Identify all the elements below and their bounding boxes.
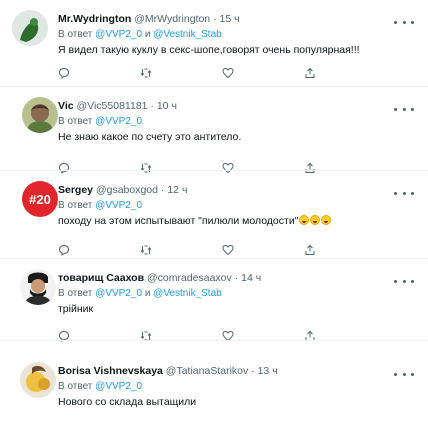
retweet-button[interactable]	[140, 244, 222, 256]
reply-button[interactable]	[58, 244, 140, 256]
mention[interactable]: @VVP2_0	[95, 381, 142, 392]
timestamp[interactable]: 10 ч	[157, 100, 177, 112]
display-name[interactable]: товарищ Саахов	[58, 272, 144, 284]
mention[interactable]: @Vestnik_Stab	[153, 288, 222, 299]
reply-button[interactable]	[58, 67, 140, 79]
separator: ·	[213, 13, 217, 25]
more-icon	[394, 20, 397, 24]
handle[interactable]: @TatianaStarikov	[166, 365, 248, 377]
like-button[interactable]	[222, 244, 304, 256]
laughing-emoji-icon	[321, 215, 332, 225]
tweet[interactable]: товарищ Саахов @comradesaaxov · 14 ч В о…	[0, 259, 428, 342]
avatar[interactable]	[22, 97, 58, 133]
tweet-text: Нового со склада вытащили	[58, 396, 197, 408]
tweet-header: Vic @Vic55081181 · 10 ч	[58, 100, 382, 113]
tweet[interactable]: Vic @Vic55081181 · 10 ч В ответ @VVP2_0 …	[0, 87, 428, 174]
separator: ·	[251, 365, 255, 377]
retweet-button[interactable]	[140, 67, 222, 79]
reply-prefix: В ответ	[58, 381, 93, 392]
reply-prefix: В ответ	[58, 116, 93, 127]
tweet-header: Sergey @gsaboxgod · 12 ч	[58, 184, 382, 197]
tweet-header: товарищ Саахов @comradesaaxov · 14 ч	[58, 272, 382, 285]
separator: ·	[150, 100, 154, 112]
heart-icon	[222, 67, 234, 79]
reply-icon	[58, 67, 70, 79]
handle[interactable]: @Vic55081181	[77, 100, 148, 112]
reply-context: В ответ @VVP2_0	[58, 380, 382, 393]
handle[interactable]: @MrWydrington	[134, 13, 210, 25]
tweet-text: трійник	[58, 303, 94, 315]
mention[interactable]: @VVP2_0	[95, 288, 142, 299]
reply-prefix: В ответ	[58, 200, 93, 211]
handle[interactable]: @comradesaaxov	[147, 272, 232, 284]
tweet-text: Не знаю какое по счету это антитело.	[58, 131, 242, 143]
heart-icon	[222, 244, 234, 256]
tweet-header: Mr.Wydrington @MrWydrington · 15 ч	[58, 13, 382, 26]
avatar[interactable]	[20, 269, 56, 305]
share-icon	[305, 244, 315, 255]
tweet[interactable]: Borisa Vishnevskaya @TatianaStarikov · 1…	[0, 352, 428, 446]
share-button[interactable]	[304, 67, 386, 79]
more-icon	[394, 279, 397, 283]
separator: ·	[234, 272, 239, 284]
tweet-text-body: походу на этом испытывают "пилюли молодо…	[58, 215, 299, 227]
reply-context: В ответ @VVP2_0	[58, 115, 382, 128]
tweet-header: Borisa Vishnevskaya @TatianaStarikov · 1…	[58, 365, 382, 378]
tweet[interactable]: Mr.Wydrington @MrWydrington · 15 ч В отв…	[0, 0, 428, 84]
separator: ·	[160, 184, 165, 196]
like-button[interactable]	[222, 67, 304, 79]
avatar[interactable]: #20	[22, 181, 58, 217]
display-name[interactable]: Vic	[58, 100, 74, 112]
more-button[interactable]	[394, 275, 414, 287]
reply-icon	[58, 244, 70, 256]
more-icon	[394, 191, 397, 195]
avatar-label: #20	[29, 191, 51, 207]
share-button[interactable]	[304, 244, 386, 256]
tweet-text: походу на этом испытывают "пилюли молодо…	[58, 214, 382, 228]
retweet-icon	[140, 68, 152, 78]
display-name[interactable]: Mr.Wydrington	[58, 13, 131, 25]
mention[interactable]: @VVP2_0	[95, 116, 142, 127]
more-button[interactable]	[394, 16, 414, 28]
reply-prefix: В ответ	[58, 29, 93, 40]
more-icon	[394, 372, 397, 376]
reply-context: В ответ @VVP2_0 и @Vestnik_Stab	[58, 287, 382, 300]
more-icon	[394, 107, 397, 111]
tweet[interactable]: #20 Sergey @gsaboxgod · 12 ч В ответ @VV…	[0, 171, 428, 257]
display-name[interactable]: Borisa Vishnevskaya	[58, 365, 163, 377]
and-word: и	[144, 288, 151, 299]
mention[interactable]: @VVP2_0	[95, 200, 142, 211]
action-bar	[58, 67, 388, 79]
laughing-emoji-icon	[310, 215, 321, 225]
timestamp[interactable]: 13 ч	[258, 365, 278, 377]
tweet-text: Я видел такую куклу в секс-шопе,говорят …	[58, 44, 360, 56]
action-bar	[58, 244, 388, 256]
reply-context: В ответ @VVP2_0 и @Vestnik_Stab	[58, 28, 382, 41]
laughing-emoji-icon	[299, 215, 310, 225]
avatar[interactable]	[12, 10, 48, 46]
display-name[interactable]: Sergey	[58, 184, 93, 196]
and-word: и	[144, 29, 151, 40]
more-button[interactable]	[394, 187, 414, 199]
timestamp[interactable]: 15 ч	[220, 13, 240, 25]
handle[interactable]: @gsaboxgod	[96, 184, 158, 196]
reply-context: В ответ @VVP2_0	[58, 199, 382, 212]
timestamp[interactable]: 14 ч	[241, 272, 261, 284]
avatar[interactable]	[20, 362, 56, 398]
more-button[interactable]	[394, 103, 414, 115]
share-icon	[305, 67, 315, 78]
more-button[interactable]	[394, 368, 414, 380]
retweet-icon	[140, 245, 152, 255]
mention[interactable]: @Vestnik_Stab	[153, 29, 222, 40]
divider	[0, 340, 428, 341]
timestamp[interactable]: 12 ч	[167, 184, 187, 196]
reply-prefix: В ответ	[58, 288, 93, 299]
mention[interactable]: @VVP2_0	[95, 29, 142, 40]
